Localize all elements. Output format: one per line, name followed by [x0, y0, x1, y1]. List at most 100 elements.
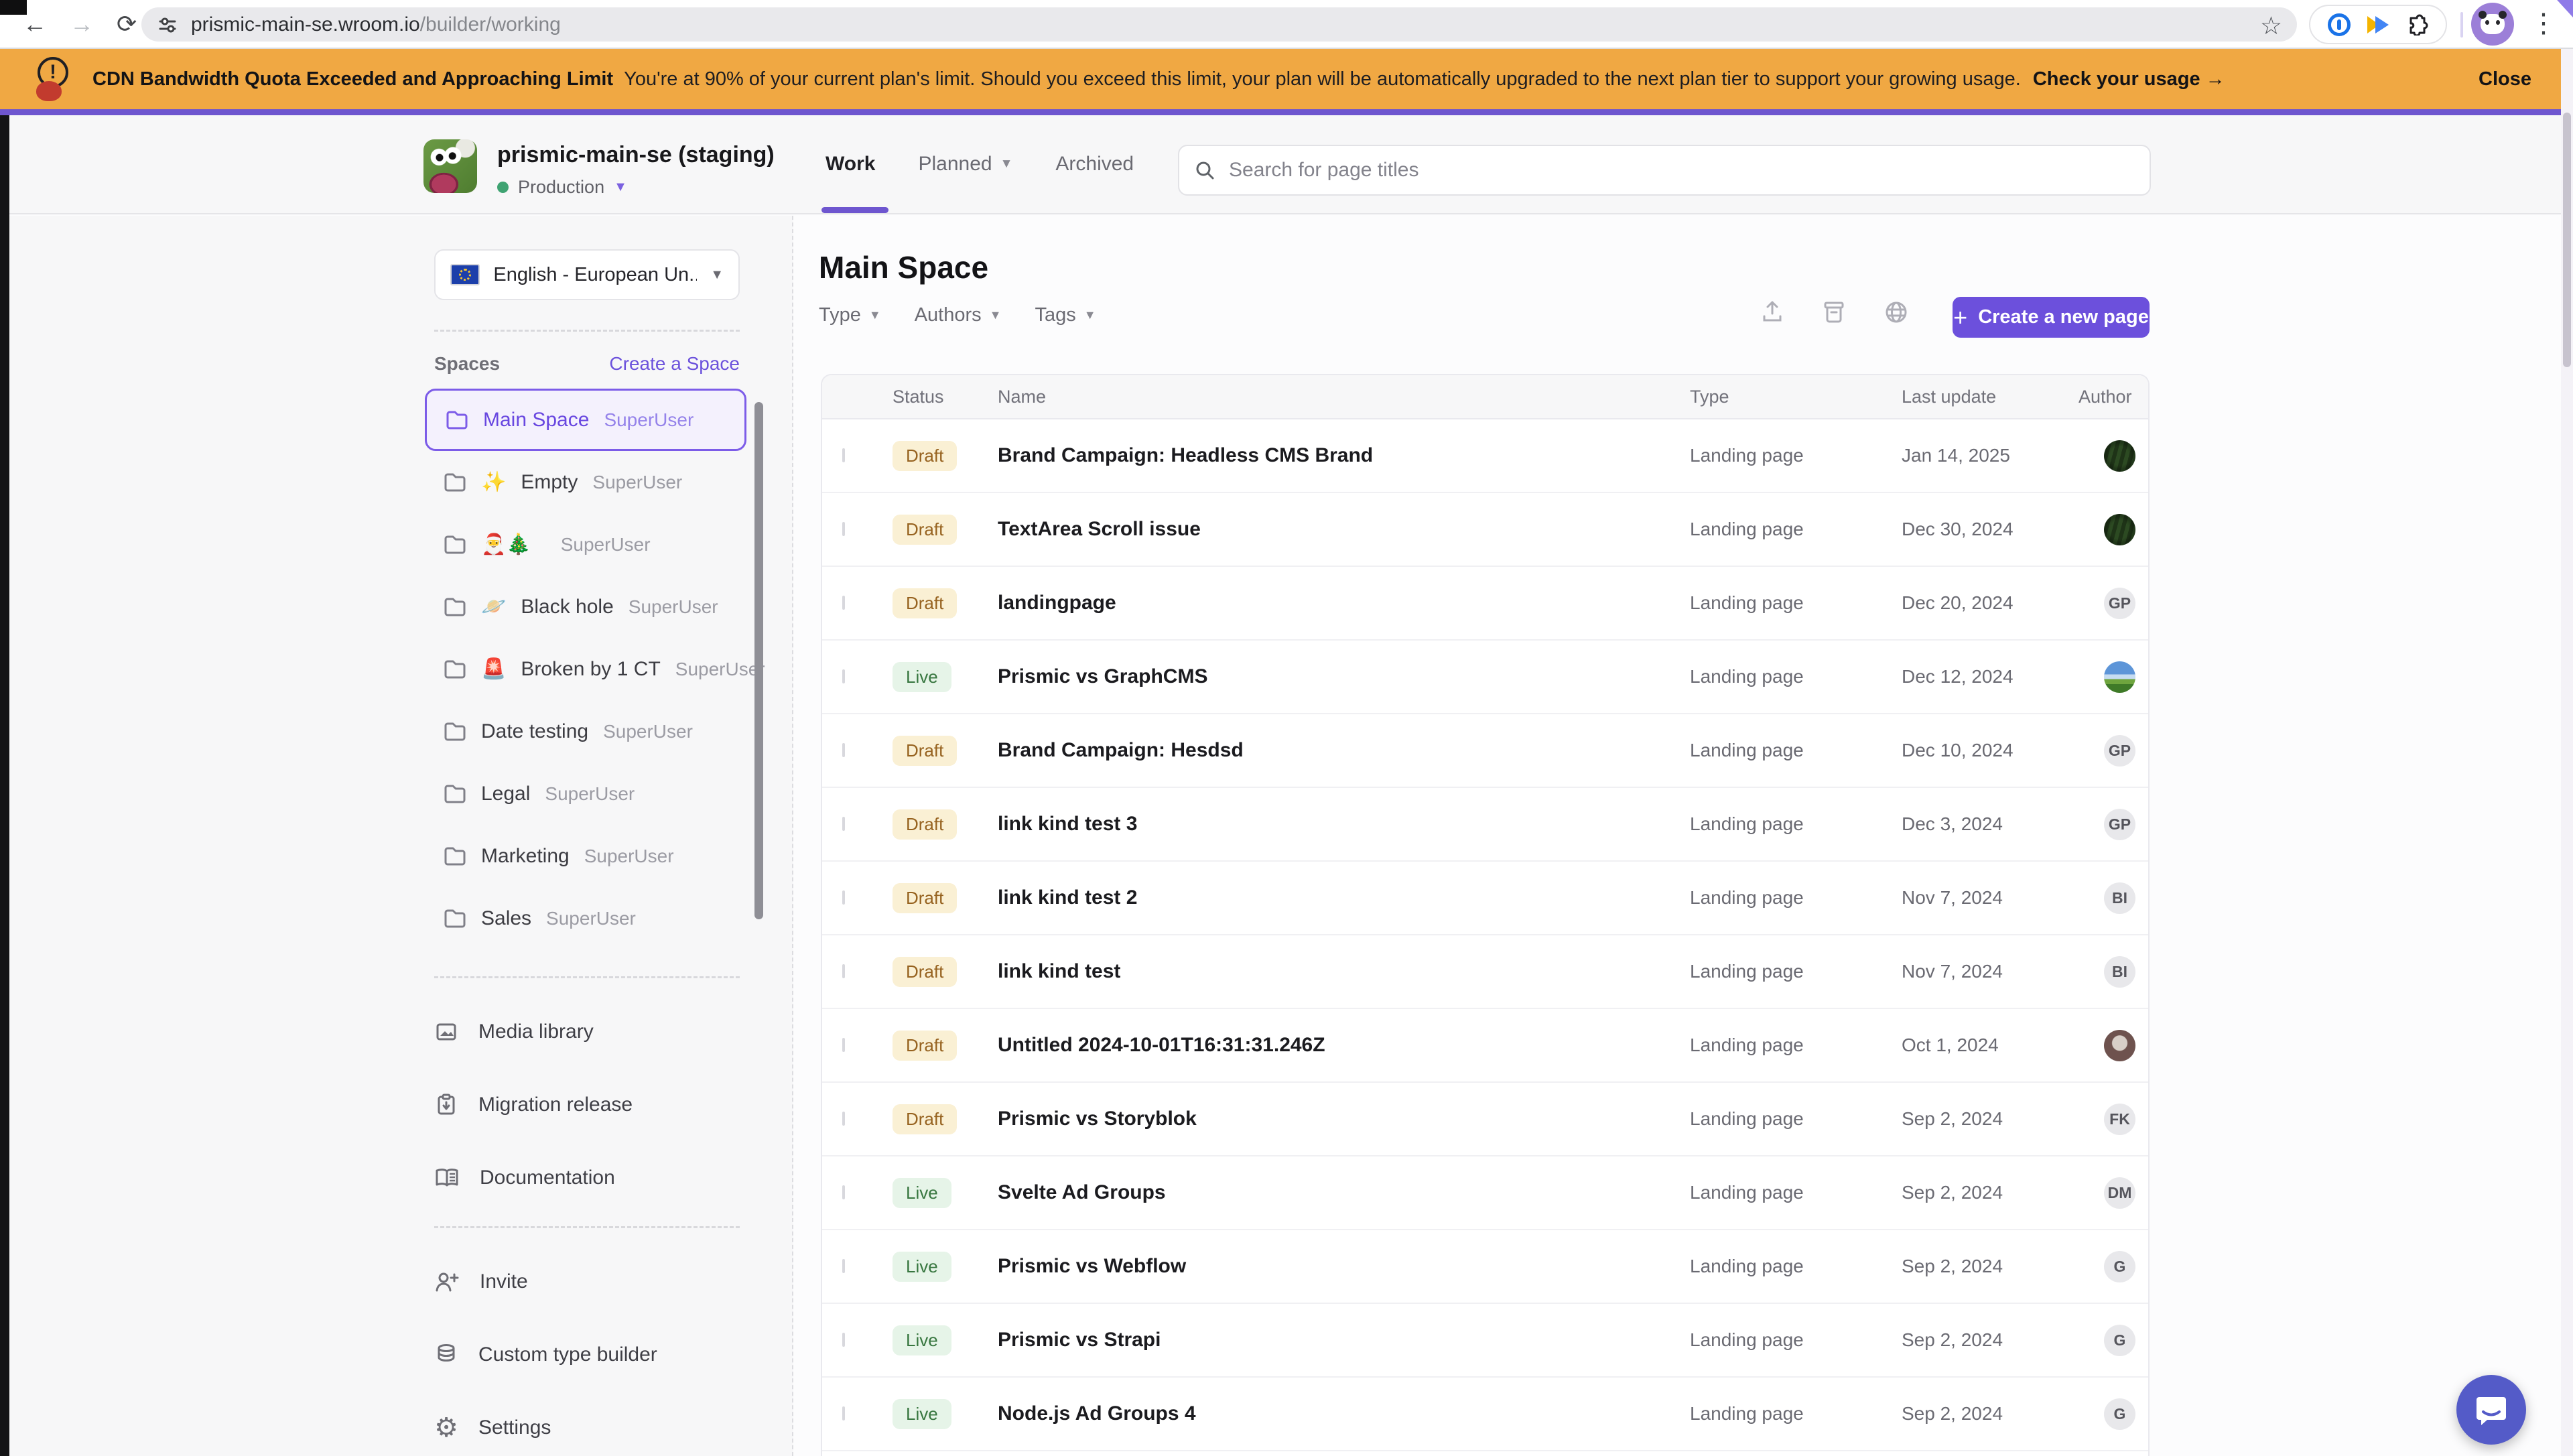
last-update: Dec 20, 2024 — [1902, 592, 2079, 614]
row-checkbox[interactable] — [842, 743, 845, 757]
page-name[interactable]: landingpage — [998, 592, 1690, 614]
table-row[interactable]: Draft link kind test 2 Landing page Nov … — [822, 862, 2148, 935]
space-item-marketing[interactable]: Marketing SuperUser — [425, 825, 746, 887]
page-name[interactable]: link kind test — [998, 960, 1690, 983]
row-checkbox[interactable] — [842, 669, 845, 683]
folder-icon — [446, 410, 468, 430]
repo-logo[interactable] — [423, 139, 477, 193]
table-row[interactable]: Live Prismic vs Webflow Landing page Sep… — [822, 1230, 2148, 1304]
tab-work[interactable]: Work — [826, 153, 875, 176]
sidebar-item-invite[interactable]: Invite — [434, 1245, 740, 1318]
sidebar-tools: Media library Migration release Document… — [434, 995, 740, 1214]
browser-profile-avatar[interactable] — [2471, 3, 2514, 46]
row-checkbox[interactable] — [842, 596, 845, 610]
space-item-empty[interactable]: ✨ Empty SuperUser — [425, 451, 746, 513]
extensions-puzzle-icon[interactable] — [2407, 14, 2428, 36]
page-name[interactable]: Prismic vs GraphCMS — [998, 665, 1690, 688]
environment-switcher[interactable]: Production ▼ — [497, 177, 627, 198]
chrome-menu-icon[interactable]: ⋮ — [2530, 8, 2557, 39]
table-row[interactable]: Draft link kind test Landing page Nov 7,… — [822, 935, 2148, 1009]
row-checkbox[interactable] — [842, 448, 845, 462]
space-item-black-hole[interactable]: 🪐 Black hole SuperUser — [425, 576, 746, 638]
table-row[interactable]: Draft Brand Campaign: Hesdsd Landing pag… — [822, 714, 2148, 788]
page-type: Landing page — [1690, 813, 1902, 835]
status-badge: Live — [893, 1252, 951, 1282]
language-label: English - European Un... — [493, 264, 697, 286]
tune-icon[interactable] — [157, 15, 178, 35]
space-item-sales[interactable]: Sales SuperUser — [425, 887, 746, 949]
page-scrollbar[interactable] — [2561, 49, 2573, 1456]
row-checkbox[interactable] — [842, 1333, 845, 1347]
row-checkbox[interactable] — [842, 522, 845, 536]
table-row[interactable]: Draft link kind test 3 Landing page Dec … — [822, 788, 2148, 862]
filter-tags[interactable]: Tags▼ — [1035, 304, 1096, 326]
sidebar-item-custom-type-builder[interactable]: Custom type builder — [434, 1318, 740, 1391]
row-checkbox[interactable] — [842, 1038, 845, 1052]
page-name[interactable]: Prismic vs Strapi — [998, 1329, 1690, 1351]
table-row[interactable]: Draft Brand Campaign: Headless CMS Brand… — [822, 419, 2148, 493]
page-name[interactable]: Svelte Ad Groups — [998, 1181, 1690, 1204]
page-name[interactable]: Brand Campaign: Hesdsd — [998, 739, 1690, 762]
row-checkbox[interactable] — [842, 890, 845, 905]
sidebar-actions: Invite Custom type builder ⚙ Settings — [434, 1245, 740, 1456]
page-name[interactable]: Prismic vs Storyblok — [998, 1108, 1690, 1130]
banner-close-button[interactable]: Close — [2479, 68, 2538, 90]
space-item-date-testing[interactable]: Date testing SuperUser — [425, 700, 746, 763]
page-name[interactable]: Untitled 2024-10-01T16:31:31.246Z — [998, 1034, 1690, 1057]
row-checkbox[interactable] — [842, 817, 845, 831]
sidebar-item-settings[interactable]: ⚙ Settings — [434, 1391, 740, 1456]
page-name[interactable]: Brand Campaign: Headless CMS Brand — [998, 444, 1690, 467]
space-item-legal[interactable]: Legal SuperUser — [425, 763, 746, 825]
table-row[interactable]: Draft Prismic vs Storyblok Landing page … — [822, 1083, 2148, 1156]
row-checkbox[interactable] — [842, 1112, 845, 1126]
last-update: Sep 2, 2024 — [1902, 1329, 2079, 1351]
table-row[interactable]: Draft Untitled 2024-10-01T16:31:31.246Z … — [822, 1009, 2148, 1083]
row-checkbox[interactable] — [842, 1259, 845, 1273]
sidebar-item-media-library[interactable]: Media library — [434, 995, 740, 1068]
row-checkbox[interactable] — [842, 964, 845, 978]
address-bar[interactable]: prismic-main-se.wroom.io/builder/working… — [141, 7, 2297, 42]
chat-launcher-button[interactable] — [2456, 1375, 2526, 1445]
page-name[interactable]: Prismic vs Webflow — [998, 1255, 1690, 1278]
create-new-page-button[interactable]: + Create a new page — [1953, 297, 2150, 338]
tab-archived[interactable]: Archived — [1055, 153, 1134, 176]
page-name[interactable]: Node.js Ad Groups 4 — [998, 1402, 1690, 1425]
space-item-broken-by-1-ct[interactable]: 🚨 Broken by 1 CT SuperUser — [425, 638, 746, 700]
page-name[interactable]: TextArea Scroll issue — [998, 518, 1690, 541]
row-checkbox[interactable] — [842, 1406, 845, 1420]
banner-cta-link[interactable]: Check your usage → — [2033, 68, 2225, 90]
bookmark-star-icon[interactable]: ☆ — [2260, 11, 2282, 40]
search-box[interactable] — [1178, 145, 2151, 196]
table-row[interactable]: Live Prismic vs GraphCMS Landing page De… — [822, 641, 2148, 714]
space-item-main-space[interactable]: Main Space SuperUser — [425, 389, 746, 451]
chevron-down-icon: ▼ — [1084, 308, 1096, 322]
avatar: GP — [2104, 809, 2135, 840]
archive-icon[interactable] — [1821, 300, 1847, 325]
table-row[interactable]: Draft TextArea Scroll issue Landing page… — [822, 493, 2148, 567]
reload-icon[interactable]: ⟳ — [117, 10, 137, 38]
table-row[interactable]: Draft landingpage Landing page Dec 20, 2… — [822, 567, 2148, 641]
column-status: Status — [893, 387, 998, 407]
tab-planned[interactable]: Planned▼ — [918, 153, 1012, 176]
page-name[interactable]: link kind test 2 — [998, 886, 1690, 909]
page-name[interactable]: link kind test 3 — [998, 813, 1690, 836]
language-selector[interactable]: English - European Un... ▼ — [434, 249, 740, 300]
spaces-scrollbar[interactable] — [754, 402, 763, 919]
row-checkbox[interactable] — [842, 1185, 845, 1199]
create-space-link[interactable]: Create a Space — [609, 353, 740, 375]
page-scrollbar-thumb[interactable] — [2563, 113, 2571, 367]
table-row[interactable]: Live Prismic vs Strapi Landing page Sep … — [822, 1304, 2148, 1378]
space-item-santa[interactable]: 🎅🎄 SuperUser — [425, 513, 746, 576]
extension-arrow-icon[interactable] — [2367, 15, 2390, 35]
onepassword-icon[interactable] — [2328, 13, 2351, 36]
environment-label: Production — [518, 177, 604, 198]
filter-type[interactable]: Type▼ — [819, 304, 881, 326]
upload-icon[interactable] — [1760, 300, 1785, 325]
table-row[interactable]: Live Node.js Ad Groups 4 Landing page Se… — [822, 1378, 2148, 1451]
search-input[interactable] — [1228, 158, 2135, 182]
filter-authors[interactable]: Authors▼ — [915, 304, 1002, 326]
sidebar-item-documentation[interactable]: Documentation — [434, 1141, 740, 1214]
sidebar-item-migration-release[interactable]: Migration release — [434, 1068, 740, 1141]
table-row[interactable]: Live Svelte Ad Groups Landing page Sep 2… — [822, 1156, 2148, 1230]
globe-icon[interactable] — [1883, 299, 1910, 326]
